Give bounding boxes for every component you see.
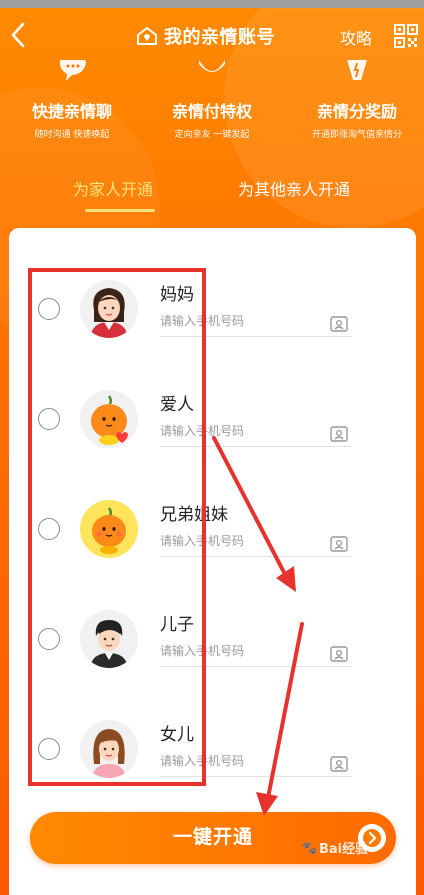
member-name: 爱人 (160, 395, 194, 415)
phone-input[interactable] (160, 419, 310, 443)
feature-strip: 快捷亲情聊 随时沟通 快速唤起 亲情付特权 定向亲友 一键发起 亲情分奖励 开通… (0, 60, 424, 140)
member-name: 儿子 (160, 615, 194, 635)
feature-subtitle: 随时沟通 快速唤起 (34, 130, 110, 140)
list-item: 兄弟姐妹 (9, 476, 416, 586)
phone-input[interactable] (160, 749, 310, 773)
tab-family[interactable]: 为家人开通 (73, 176, 153, 200)
phone-input[interactable] (160, 639, 310, 663)
radio-select[interactable] (38, 408, 60, 430)
mom-avatar (80, 280, 138, 338)
spouse-avatar (80, 390, 138, 448)
radio-select[interactable] (38, 738, 60, 760)
back-arrow-icon[interactable] (6, 20, 30, 50)
input-divider (160, 446, 352, 447)
nav-bar: 我的亲情账号 攻略 (0, 8, 424, 64)
list-item: 妈妈 (9, 256, 416, 366)
input-divider (160, 666, 352, 667)
feature-subtitle: 定向亲友 一键发起 (174, 130, 250, 140)
contact-book-icon[interactable] (330, 536, 348, 552)
list-item: 女儿 (9, 696, 416, 806)
tab-bar: 为家人开通 为其他亲人开通 (0, 176, 424, 220)
sibling-avatar (80, 500, 138, 558)
page-title-group: 我的亲情账号 (136, 22, 275, 50)
paw-logo-icon: 🐾 (302, 840, 317, 855)
contact-book-icon[interactable] (330, 756, 348, 772)
status-bar-strip (0, 0, 424, 8)
input-divider (160, 776, 352, 777)
qr-code-icon[interactable] (394, 24, 418, 48)
member-name: 兄弟姐妹 (160, 505, 228, 525)
contact-book-icon[interactable] (330, 316, 348, 332)
member-card: 妈妈 爱人 (9, 228, 416, 895)
daughter-avatar (80, 720, 138, 778)
input-divider (160, 336, 352, 337)
phone-input[interactable] (160, 529, 310, 553)
watermark-text: Bai经验 (318, 842, 369, 857)
watermark: 🐾 Bai经验 (302, 838, 369, 858)
radio-select[interactable] (38, 628, 60, 650)
phone-input[interactable] (160, 309, 310, 333)
radio-select[interactable] (38, 518, 60, 540)
tab-active-indicator (85, 209, 155, 212)
feature-family-pay: 亲情付特权 定向亲友 一键发起 (162, 60, 262, 140)
feature-quick-chat: 快捷亲情聊 随时沟通 快速唤起 (22, 60, 122, 140)
tab-other-relatives[interactable]: 为其他亲人开通 (238, 176, 350, 200)
feature-title: 亲情分奖励 (316, 102, 397, 121)
son-avatar (80, 610, 138, 668)
family-home-icon (137, 27, 157, 45)
feature-subtitle: 开通即涨淘气值亲情分 (311, 130, 402, 140)
contact-book-icon[interactable] (330, 426, 348, 442)
input-divider (160, 556, 352, 557)
feature-title: 快捷亲情聊 (31, 102, 112, 121)
list-item: 儿子 (9, 586, 416, 696)
contact-book-icon[interactable] (330, 646, 348, 662)
page-title: 我的亲情账号 (164, 27, 275, 48)
member-name: 女儿 (160, 725, 194, 745)
list-item: 爱人 (9, 366, 416, 476)
radio-select[interactable] (38, 298, 60, 320)
feature-title: 亲情付特权 (171, 102, 252, 121)
member-name: 妈妈 (160, 285, 194, 305)
guide-link[interactable]: 攻略 (340, 25, 372, 49)
feature-family-points: 亲情分奖励 开通即涨淘气值亲情分 (294, 60, 420, 140)
